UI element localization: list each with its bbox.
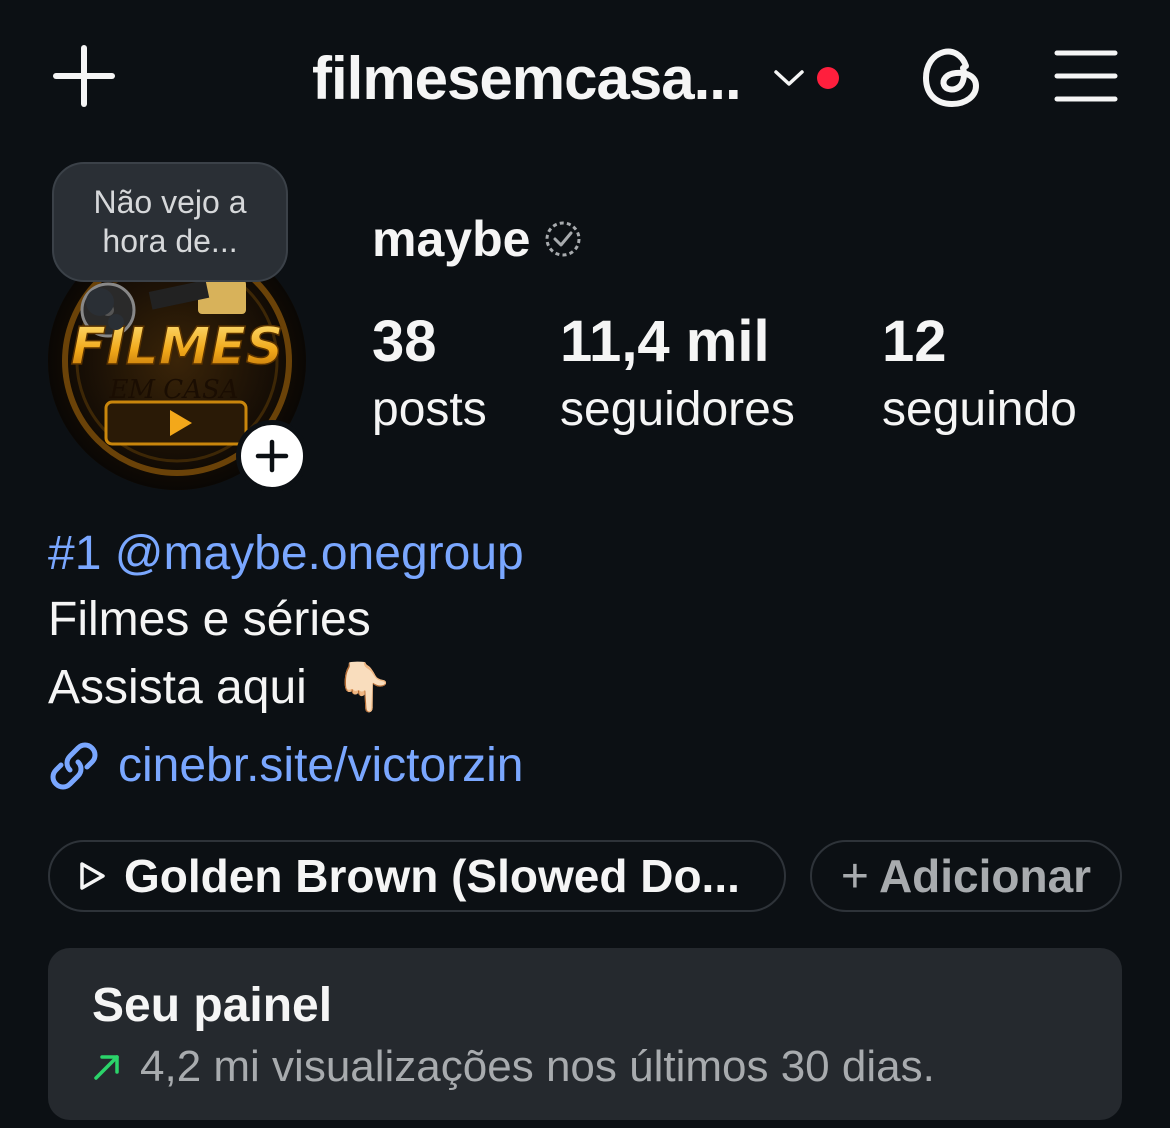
profile-note-bubble[interactable]: Não vejo a hora de... <box>52 162 288 282</box>
plus-icon: + <box>840 849 869 903</box>
note-bubble-tail-small <box>108 314 124 330</box>
chevron-down-icon <box>773 70 804 86</box>
account-name: filmesemcasa... <box>312 44 742 112</box>
profile-note-text: Não vejo a hora de... <box>93 184 247 259</box>
notification-dot <box>816 67 839 89</box>
followers-count: 11,4 mil <box>560 309 770 374</box>
bio-mention-link[interactable]: #1 @maybe.onegroup <box>48 526 524 581</box>
stat-posts[interactable]: 38 posts <box>372 310 487 440</box>
dashboard-views-summary: 4,2 mi visualizações nos últimos 30 dias… <box>140 1042 935 1091</box>
add-pill-label: Adicionar <box>878 850 1092 902</box>
posts-label: posts <box>372 383 487 436</box>
following-label: seguindo <box>882 383 1077 436</box>
posts-count: 38 <box>372 309 437 374</box>
threads-icon[interactable] <box>920 44 984 110</box>
profile-music-title: Golden Brown (Slowed Do... <box>124 850 740 902</box>
note-bubble-tail <box>86 288 114 316</box>
avatar-logo-line1: FILMES <box>71 317 284 377</box>
account-switcher[interactable]: filmesemcasa... <box>312 40 839 116</box>
pointing-down-emoji: 👇🏻 <box>334 661 394 714</box>
profile-music-pill[interactable]: Golden Brown (Slowed Do... <box>48 840 786 912</box>
following-count: 12 <box>882 309 947 374</box>
top-bar: filmesemcasa... <box>0 0 1170 150</box>
add-story-plus-button[interactable] <box>236 420 308 492</box>
dashboard-summary: 4,2 mi visualizações nos últimos 30 dias… <box>92 1042 935 1092</box>
bio-line-2: Filmes e séries <box>48 593 371 646</box>
link-icon <box>50 742 98 789</box>
professional-dashboard-card[interactable]: Seu painel 4,2 mi visualizações nos últi… <box>48 948 1122 1120</box>
create-plus-icon[interactable] <box>52 44 116 108</box>
dashboard-title: Seu painel <box>92 979 333 1032</box>
trend-up-arrow-icon <box>94 1055 119 1080</box>
stat-followers[interactable]: 11,4 mil seguidores <box>560 310 795 440</box>
display-name: maybe <box>372 211 531 267</box>
bio-website-link[interactable]: cinebr.site/victorzin <box>48 738 524 793</box>
bio-website-url: cinebr.site/victorzin <box>118 739 524 792</box>
hamburger-menu-icon[interactable] <box>1054 48 1118 104</box>
stat-following[interactable]: 12 seguindo <box>882 310 1077 440</box>
play-icon <box>80 862 105 890</box>
add-pill-button[interactable]: + Adicionar <box>810 840 1122 912</box>
bio-line-3: Assista aqui 👇🏻 <box>48 658 394 715</box>
verified-badge-icon[interactable] <box>544 220 582 258</box>
bio-line-3-text: Assista aqui <box>48 661 307 714</box>
followers-label: seguidores <box>560 383 795 436</box>
display-name-row: maybe <box>372 210 582 268</box>
plus-icon <box>255 439 289 473</box>
